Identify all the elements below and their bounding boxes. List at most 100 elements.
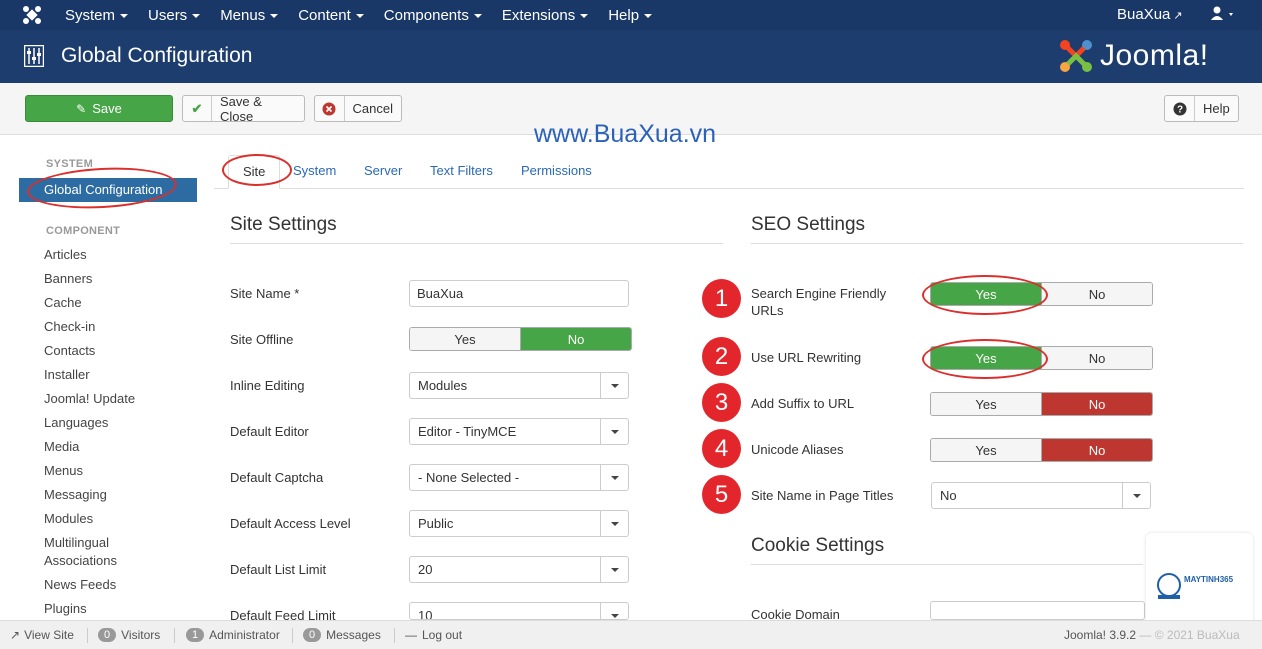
unicode-aliases-no[interactable]: No bbox=[1041, 439, 1152, 461]
site-link[interactable]: BuaXua ↗ bbox=[1117, 6, 1183, 23]
sidebar-item-plugins[interactable]: Plugins bbox=[44, 600, 87, 618]
tab-system[interactable]: System bbox=[293, 155, 336, 189]
visitors-status[interactable]: 0 Visitors bbox=[98, 628, 160, 642]
sidebar-item-cache[interactable]: Cache bbox=[44, 294, 82, 312]
site-offline-no[interactable]: No bbox=[520, 328, 631, 350]
caret-down-icon bbox=[355, 13, 364, 18]
menu-help[interactable]: Help bbox=[598, 7, 662, 24]
step-badge-4: 4 bbox=[702, 429, 741, 468]
help-button[interactable]: ? Help bbox=[1164, 95, 1239, 122]
menu-menus[interactable]: Menus bbox=[210, 7, 288, 24]
joomla-brand-icon bbox=[1060, 40, 1092, 72]
inline-editing-label: Inline Editing bbox=[230, 378, 305, 393]
chevron-down-icon bbox=[600, 465, 628, 490]
menu-users[interactable]: Users bbox=[138, 7, 210, 24]
step-badge-1: 1 bbox=[702, 279, 741, 318]
menu-components[interactable]: Components bbox=[374, 7, 492, 24]
sidebar-item-articles[interactable]: Articles bbox=[44, 246, 87, 264]
messages-status[interactable]: 0 Messages bbox=[303, 628, 381, 642]
sidebar-item-banners[interactable]: Banners bbox=[44, 270, 92, 288]
sidebar-item-media[interactable]: Media bbox=[44, 438, 79, 456]
sidebar-item-check-in[interactable]: Check-in bbox=[44, 318, 95, 336]
top-navbar: System Users Menus Content Components Ex… bbox=[0, 0, 1262, 30]
site-name-input[interactable]: BuaXua bbox=[409, 280, 629, 307]
user-menu[interactable] bbox=[1210, 5, 1236, 27]
default-captcha-label: Default Captcha bbox=[230, 470, 324, 485]
tab-text-filters[interactable]: Text Filters bbox=[430, 155, 493, 189]
sidebar-item-menus[interactable]: Menus bbox=[44, 462, 83, 480]
logout-label: Log out bbox=[422, 628, 463, 642]
default-access-select[interactable]: Public bbox=[409, 510, 629, 537]
default-captcha-select[interactable]: - None Selected - bbox=[409, 464, 629, 491]
tab-permissions[interactable]: Permissions bbox=[521, 155, 592, 189]
add-suffix-no[interactable]: No bbox=[1041, 393, 1152, 415]
url-rewriting-label: Use URL Rewriting bbox=[751, 350, 862, 365]
chevron-down-icon bbox=[600, 373, 628, 398]
add-suffix-yes[interactable]: Yes bbox=[931, 393, 1041, 415]
sidebar-item-news-feeds[interactable]: News Feeds bbox=[44, 576, 116, 594]
question-icon: ? bbox=[1165, 96, 1195, 121]
menu-content[interactable]: Content bbox=[288, 7, 374, 24]
tab-server[interactable]: Server bbox=[364, 155, 402, 189]
watermark: www.BuaXua.vn bbox=[534, 120, 717, 148]
menu-extensions[interactable]: Extensions bbox=[492, 7, 598, 24]
highlight-ellipse bbox=[922, 275, 1048, 315]
caret-down-icon bbox=[473, 13, 482, 18]
logout-link[interactable]: — Log out bbox=[405, 628, 462, 642]
main-menu: System Users Menus Content Components Ex… bbox=[55, 0, 662, 30]
divider bbox=[751, 243, 1243, 244]
save-close-button[interactable]: ✔ Save & Close bbox=[182, 94, 305, 124]
site-settings-title: Site Settings bbox=[230, 214, 337, 235]
config-tabs: Site System Server Text Filters Permissi… bbox=[214, 155, 1244, 189]
visitors-label: Visitors bbox=[121, 628, 161, 642]
default-editor-select[interactable]: Editor - TinyMCE bbox=[409, 418, 629, 445]
page-title: Global Configuration bbox=[61, 44, 253, 67]
unicode-aliases-toggle: Yes No bbox=[930, 438, 1153, 462]
external-link-icon: ↗ bbox=[1173, 10, 1183, 22]
administrator-status[interactable]: 1 Administrator bbox=[186, 628, 280, 642]
default-editor-label: Default Editor bbox=[230, 424, 309, 439]
default-access-label: Default Access Level bbox=[230, 516, 351, 531]
menu-system[interactable]: System bbox=[55, 7, 138, 24]
step-badge-5: 5 bbox=[702, 475, 741, 514]
caret-down-icon bbox=[580, 13, 589, 18]
highlight-ellipse bbox=[222, 154, 292, 186]
version-text: Joomla! 3.9.2 — © 2021 BuaXua bbox=[1064, 628, 1240, 642]
site-offline-yes[interactable]: Yes bbox=[410, 328, 520, 350]
save-button[interactable]: ✎ Save bbox=[25, 95, 173, 122]
site-offline-toggle: Yes No bbox=[409, 327, 632, 351]
sidebar-item-languages[interactable]: Languages bbox=[44, 414, 108, 432]
chevron-down-icon bbox=[600, 557, 628, 582]
cancel-button[interactable]: Cancel bbox=[314, 95, 402, 122]
sef-urls-no[interactable]: No bbox=[1041, 283, 1152, 305]
sidebar-item-joomla-update[interactable]: Joomla! Update bbox=[44, 390, 135, 408]
messages-count-badge: 0 bbox=[303, 628, 322, 642]
sidebar-item-installer[interactable]: Installer bbox=[44, 366, 90, 384]
site-name-titles-select[interactable]: No bbox=[931, 482, 1151, 509]
view-site-link[interactable]: ↗ View Site bbox=[10, 628, 74, 642]
site-name-label: Site Name * bbox=[230, 286, 300, 301]
divider bbox=[751, 564, 1143, 565]
joomla-logo-icon[interactable] bbox=[22, 5, 42, 25]
unicode-aliases-yes[interactable]: Yes bbox=[931, 439, 1041, 461]
default-feed-limit-select[interactable]: 10 bbox=[409, 602, 629, 620]
url-rewriting-no[interactable]: No bbox=[1041, 347, 1152, 369]
site-name-titles-value: No bbox=[940, 488, 957, 503]
external-link-icon: ↗ bbox=[10, 628, 21, 642]
divider bbox=[230, 243, 723, 244]
caret-down-icon bbox=[192, 13, 201, 18]
default-list-limit-select[interactable]: 20 bbox=[409, 556, 629, 583]
highlight-ellipse bbox=[26, 164, 178, 212]
sidebar-item-multilingual-associations[interactable]: Multilingual Associations bbox=[44, 534, 164, 570]
site-offline-label: Site Offline bbox=[230, 332, 294, 347]
sidebar-item-modules[interactable]: Modules bbox=[44, 510, 93, 528]
divider bbox=[292, 628, 293, 643]
sidebar-item-messaging[interactable]: Messaging bbox=[44, 486, 107, 504]
cookie-settings-title: Cookie Settings bbox=[751, 535, 885, 556]
sidebar-item-contacts[interactable]: Contacts bbox=[44, 342, 95, 360]
inline-editing-select[interactable]: Modules bbox=[409, 372, 629, 399]
edit-icon: ✎ bbox=[76, 101, 87, 116]
divider bbox=[394, 628, 395, 643]
chevron-down-icon bbox=[600, 511, 628, 536]
cookie-domain-input[interactable] bbox=[930, 601, 1145, 620]
